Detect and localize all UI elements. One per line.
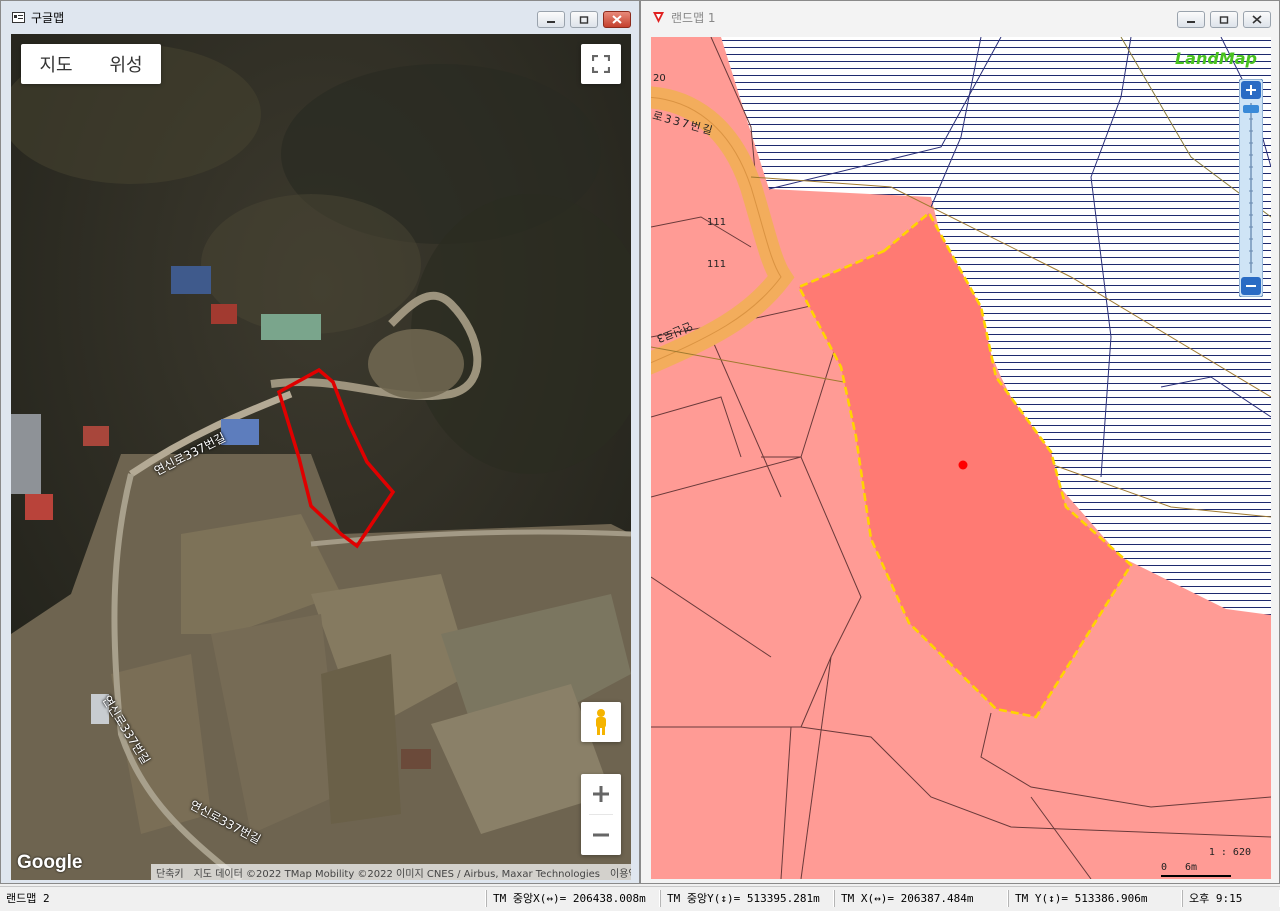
landmap-logo: LandMap <box>1174 49 1257 68</box>
title-bar[interactable]: 구글맵 <box>1 1 639 34</box>
maximize-button[interactable] <box>570 11 598 28</box>
google-map-window: 구글맵 지도 위성 연신로337번길 연신로337번길 연신로337번길 Goo… <box>0 0 640 884</box>
landmap-app-icon <box>651 11 665 25</box>
parcel-number: 111 <box>707 259 727 270</box>
parcel-number: 111 <box>707 217 727 228</box>
zoom-control <box>581 774 621 855</box>
parcel-number: 20 <box>653 73 666 84</box>
minus-icon <box>593 833 609 837</box>
map-data-attribution: 지도 데이터 ©2022 TMap Mobility ©2022 이미지 CNE… <box>193 868 601 880</box>
map-type-map-button[interactable]: 지도 <box>21 51 91 77</box>
status-tm-x: TM X(↔)= 206387.484m <box>834 890 1008 907</box>
maximize-button[interactable] <box>1210 11 1238 28</box>
status-tm-y: TM Y(↕)= 513386.906m <box>1008 890 1182 907</box>
cadastral-map[interactable]: 20 111 111 로337번길 연신로3 LandMap 1: 620 0… <box>651 37 1271 879</box>
zoom-out-button[interactable] <box>581 815 621 855</box>
minimize-button[interactable] <box>1177 11 1205 28</box>
map-scale: 1 : 620 0 6m <box>1161 847 1251 879</box>
keyboard-shortcuts-link[interactable]: 단축키 <box>151 865 189 880</box>
status-bar: 랜드맵 2 TM 중앙X(↔)= 206438.008m TM 중앙Y(↕)= … <box>0 886 1280 911</box>
window-title: 구글맵 <box>31 11 65 25</box>
attribution-bar: 단축키 지도 데이터 ©2022 TMap Mobility ©2022 이미지… <box>151 864 631 880</box>
satellite-map[interactable]: 지도 위성 연신로337번길 연신로337번길 연신로337번길 Google … <box>11 34 631 880</box>
parcel-center-marker <box>958 460 968 470</box>
title-bar[interactable]: 랜드맵 1 <box>641 1 1279 34</box>
status-time: 오후 9:15 <box>1182 890 1280 907</box>
google-logo: Google <box>17 852 83 873</box>
fullscreen-icon <box>592 55 610 73</box>
zoom-slider[interactable] <box>1238 78 1264 298</box>
app-icon <box>11 11 25 25</box>
fullscreen-button[interactable] <box>581 44 621 84</box>
scale-bar <box>1161 875 1231 877</box>
window-title: 랜드맵 1 <box>671 11 716 25</box>
close-button[interactable] <box>603 11 631 28</box>
scale-ratio: 1 : 620 <box>1208 847 1251 858</box>
map-type-satellite-button[interactable]: 위성 <box>91 51 161 77</box>
terms-link[interactable]: 이용약관 <box>605 865 631 880</box>
minimize-button[interactable] <box>537 11 565 28</box>
plus-icon <box>593 786 609 802</box>
zoom-in-button[interactable] <box>581 774 621 814</box>
map-type-control: 지도 위성 <box>21 44 161 84</box>
landmap-window: 랜드맵 1 20 111 111 로337번길 연신로3 LandMap 1:… <box>640 0 1280 884</box>
status-app-name: 랜드맵 2 <box>0 890 486 907</box>
zoom-slider-thumb <box>1243 105 1259 113</box>
scale-tick-start: 0 <box>1161 862 1168 873</box>
street-view-pegman-button[interactable] <box>581 702 621 742</box>
status-tm-center-y: TM 중앙Y(↕)= 513395.281m <box>660 890 834 907</box>
close-button[interactable] <box>1243 11 1271 28</box>
status-tm-center-x: TM 중앙X(↔)= 206438.008m <box>486 890 660 907</box>
scale-tick-end: 6m <box>1185 862 1198 873</box>
pegman-icon <box>596 709 606 735</box>
